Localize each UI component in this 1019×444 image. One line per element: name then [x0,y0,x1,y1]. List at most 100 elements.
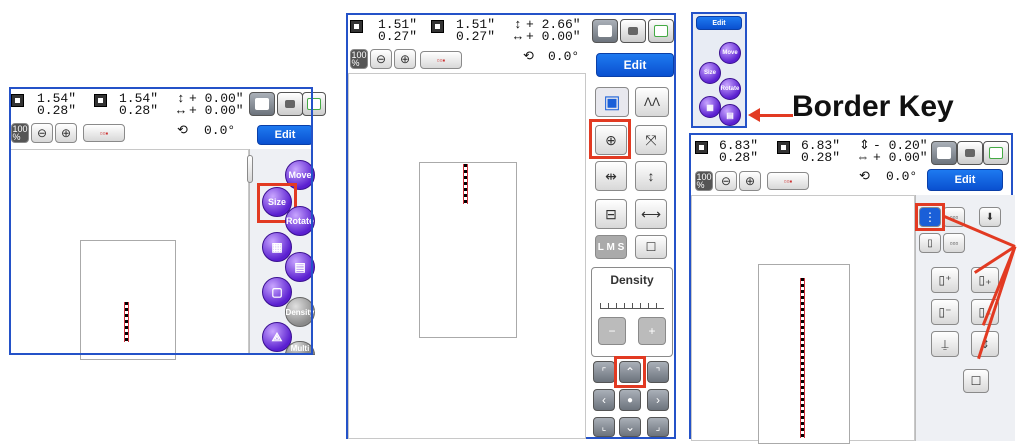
height-1: 0.27" [378,29,418,44]
panel-2-screen: 1.51" 0.27" 1.51" 0.27" ↕ + 2.66" ↔ + 0.… [346,13,676,439]
camera-icon[interactable] [277,92,303,116]
zoom-in-icon[interactable]: ⊕ [394,49,416,69]
zoom-out-icon[interactable]: ⊖ [370,49,392,69]
zoom-100-button[interactable]: 100 % [350,49,368,69]
edit-button[interactable]: Edit [596,53,674,77]
hoop-area [80,240,176,360]
move-down-button[interactable]: ⌄ [619,417,641,437]
border-vertical-stack-button[interactable]: ▯ [919,233,941,253]
height-2: 0.28" [119,103,159,118]
zoom-100-button[interactable]: 100 % [11,123,29,143]
embroidery-view-icon[interactable] [648,19,674,43]
panel-1-screen: 1.54" 0.28" 1.54" 0.28" ↕ + 0.00" ↔ + 0.… [9,87,326,360]
scale-height-icon[interactable]: ↕ [635,161,667,191]
center-button[interactable]: ● [619,389,641,411]
border-down-button[interactable]: ⬇ [979,207,1001,227]
pattern-select-icon[interactable]: ▫▫▪ [420,51,462,69]
design-canvas [348,73,586,439]
horizontal-offset: + 0.00" [873,150,928,165]
pattern-select-icon[interactable]: ▫▫▪ [767,172,809,190]
move-up-highlight-box [614,356,646,388]
stretch-icon[interactable]: ⟷ [635,199,667,229]
zoom-100-button[interactable]: 100 % [695,171,713,191]
rotation-value: 0.0° [204,123,236,138]
edit-button[interactable]: Edit [927,169,1003,191]
zoom-in-icon[interactable]: ⊕ [55,123,77,143]
array-icon[interactable]: ▤ [285,252,315,282]
rotation-icon: ⟲ [177,123,188,138]
border-key-arrow [755,114,793,117]
density-plus-button[interactable]: + [638,317,666,345]
horizontal-offset: + 0.00" [189,103,244,118]
border-sidebar [915,195,1015,441]
move-button[interactable]: Move [719,42,741,64]
height-1: 0.28" [719,150,759,165]
rotation-icon: ⟲ [523,49,534,64]
add-row-button[interactable]: ▯⁺ [931,267,959,293]
cut-point-button[interactable]: ⍊ [931,331,959,357]
panel-3-screen: Edit Move Size Rotate ▦ ▤ [691,12,747,128]
move-upright-button[interactable]: ⌝ [647,361,669,383]
move-left-button[interactable]: ‹ [593,389,615,411]
panel-4-screen: 6.83" 0.28" 6.83" 0.28" ⇕ - 0.20" ⇔ + 0.… [689,133,1015,444]
density-button[interactable]: Density [285,297,315,327]
horizontal-offset-icon: ↔ [514,29,522,44]
scale-expand-icon[interactable]: ⤧ [635,125,667,155]
density-scale [600,303,664,309]
group-icon[interactable]: ▦ [699,96,721,118]
zoom-out-icon[interactable]: ⊖ [31,123,53,143]
layout-icon[interactable] [592,19,618,43]
rotate-button[interactable]: Rotate [719,78,741,100]
rotation-icon: ⟲ [859,169,870,184]
layout-icon[interactable] [931,141,957,165]
tab-handle[interactable] [247,155,253,183]
pattern-select-icon[interactable]: ▫▫▪ [83,124,125,142]
density-label: Density [610,273,654,287]
move-downright-button[interactable]: ⌟ [647,417,669,437]
camera-icon[interactable] [620,19,646,43]
rotation-value: 0.0° [886,169,918,184]
size-icon [350,20,363,33]
text-mode-icon[interactable]: ΛΛ [635,87,669,117]
lms-button[interactable]: L M S [595,235,627,259]
density-minus-button[interactable]: − [598,317,626,345]
horizontal-offset-icon: ⇔ [859,150,867,165]
zoom-in-icon[interactable]: ⊕ [739,171,761,191]
design-canvas [691,195,915,444]
reset-button[interactable]: ☐ [635,235,667,259]
size-icon [94,94,107,107]
shrink-icon[interactable]: ⊟ [595,199,627,229]
size-icon [431,20,444,33]
scale-width-icon[interactable]: ⇹ [595,161,627,191]
zoom-out-icon[interactable]: ⊖ [715,171,737,191]
height-1: 0.28" [37,103,77,118]
border-design [800,278,805,438]
border-key-arrowhead [748,108,760,122]
design-canvas [9,149,249,360]
horizontal-offset: + 0.00" [526,29,581,44]
edit-button[interactable]: Edit [257,125,313,145]
move-downleft-button[interactable]: ⌞ [593,417,615,437]
embroidery-view-icon[interactable] [983,141,1009,165]
camera-icon[interactable] [957,141,983,165]
rotate-button[interactable]: Rotate [285,206,315,236]
move-right-button[interactable]: › [647,389,669,411]
select-mode-icon[interactable]: ▣ [595,87,629,117]
border-vertical-highlight-box [915,203,945,231]
height-2: 0.28" [801,150,841,165]
size-button[interactable]: Size [699,62,721,84]
size-icon [11,94,24,107]
remove-row-button[interactable]: ▯⁻ [931,299,959,325]
hoop-area [419,162,517,338]
horizontal-offset-icon: ↔ [177,103,185,118]
border-key-button[interactable]: ▤ [719,104,741,126]
move-upleft-button[interactable]: ⌜ [593,361,615,383]
size-icon [777,141,790,154]
layout-icon[interactable] [249,92,275,116]
edit-title: Edit [696,16,742,30]
size-icon [695,141,708,154]
embroidery-view-icon[interactable] [302,92,326,116]
border-horizontal-stack-button[interactable]: ▫▫▫ [943,233,965,253]
scale-highlight-box [589,119,631,159]
reset-button[interactable]: ☐ [963,369,989,393]
